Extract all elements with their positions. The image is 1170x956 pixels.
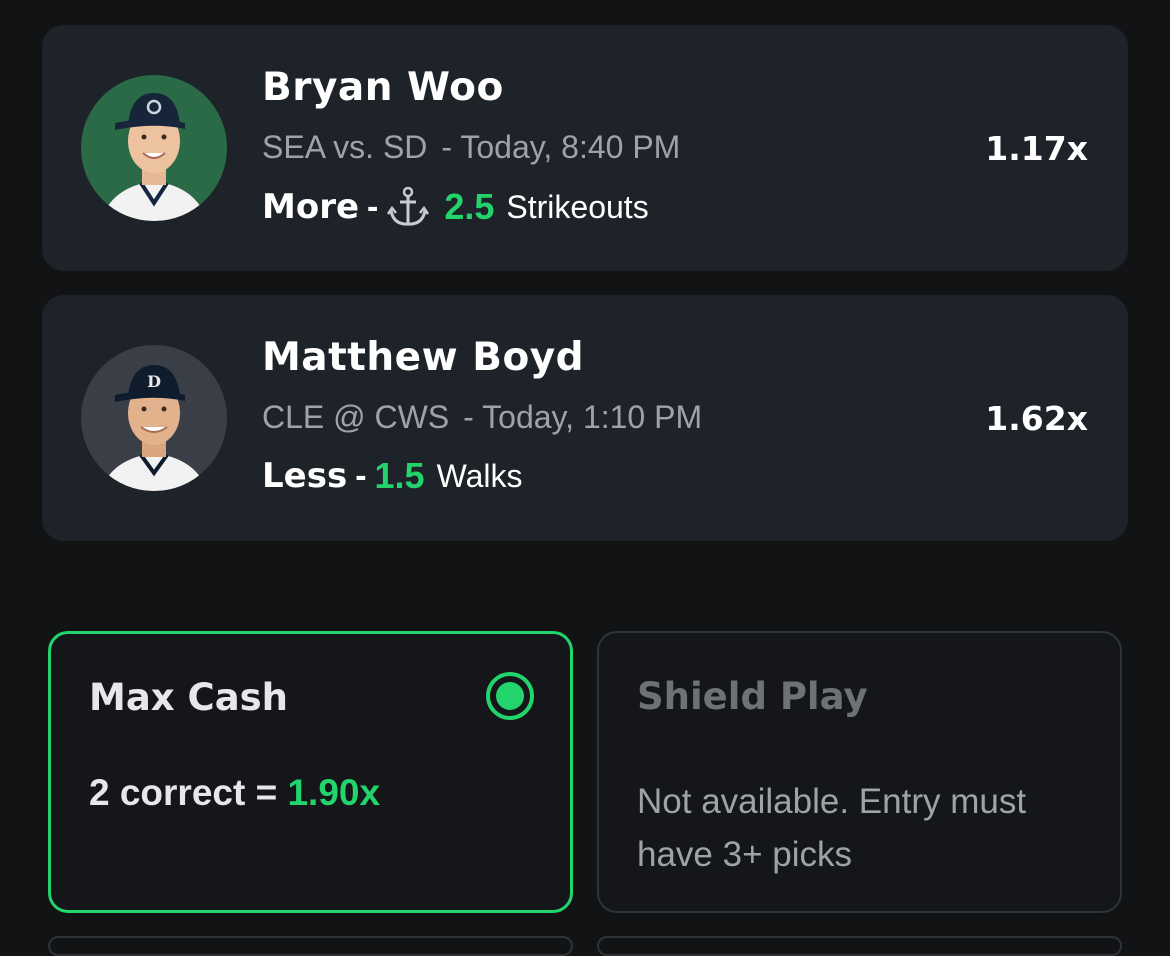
next-card-edge [48,936,573,956]
pick-card[interactable]: Bryan Woo SEA vs. SD - Today, 8:40 PM Mor… [42,25,1128,271]
player-name: Bryan Woo [262,65,504,110]
matchup-label: CLE @ CWS [262,399,450,435]
stat-type: Walks [436,457,523,494]
next-card-edge [597,936,1122,956]
separator-dash: - [367,187,379,226]
svg-text:D: D [147,372,161,391]
pick-line: Less - 1.5 Walks [262,455,523,497]
pick-multiplier: 1.17x [985,129,1088,168]
option-payout: 2 correct = 1.90x [89,772,380,814]
pick-direction: Less [262,456,348,496]
pick-direction: More [262,187,360,227]
payout-value: 1.90x [287,772,381,813]
pick-multiplier: 1.62x [985,399,1088,438]
pick-line-value: 2.5 [444,186,495,227]
option-title: Shield Play [637,675,868,718]
max-cash-option[interactable]: Max Cash 2 correct = 1.90x [48,631,573,913]
game-time: - Today, 1:10 PM [463,399,703,435]
option-title: Max Cash [89,676,289,719]
payout-prefix: 2 correct = [89,772,278,813]
pick-card[interactable]: D Matthew Boyd CLE @ CWS - Today, 1:10 PM… [42,295,1128,541]
shield-play-option[interactable]: Shield Play Not available. Entry must ha… [597,631,1122,913]
game-info: CLE @ CWS - Today, 1:10 PM [262,399,702,436]
player-avatar: D [81,345,227,491]
separator-dash: - [355,456,367,495]
pick-line: More - 2.5 Strikeouts [262,185,649,229]
anchor-icon [386,185,430,229]
pick-line-value: 1.5 [374,455,425,496]
stat-type: Strikeouts [506,188,649,225]
game-time: - Today, 8:40 PM [441,129,681,165]
option-unavailable-note: Not available. Entry must have 3+ picks [637,782,1027,874]
player-name: Matthew Boyd [262,335,585,380]
matchup-label: SEA vs. SD [262,129,428,165]
radio-selected-icon[interactable] [486,672,534,720]
game-info: SEA vs. SD - Today, 8:40 PM [262,129,680,166]
player-avatar [81,75,227,221]
